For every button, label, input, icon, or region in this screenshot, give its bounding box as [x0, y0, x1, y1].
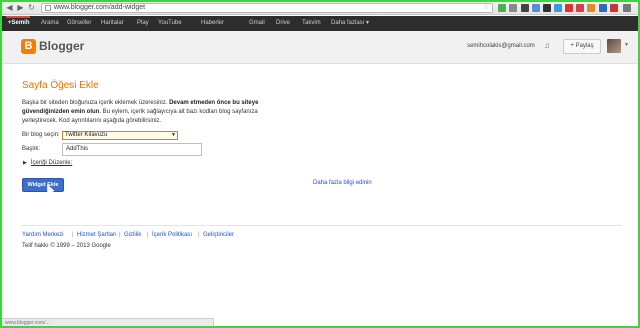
footer-link-developers[interactable]: Geliştiriciler [203, 232, 234, 238]
footer-link-help[interactable]: Yardım Merkezi [22, 232, 64, 238]
expander-label: İçeriği Düzenle: [30, 160, 73, 166]
back-icon[interactable]: ◀ [5, 3, 14, 13]
reload-icon[interactable]: ↻ [27, 3, 36, 13]
copyright: Telif hakkı © 1999 – 2013 Google [22, 243, 111, 249]
browser-window: ◀ ▶ ↻ www.blogger.com/add-widget ☆ +Semi… [0, 0, 640, 328]
gbar-item-takvim[interactable]: Takvim [302, 16, 321, 31]
blogger-logo-icon[interactable]: B [21, 39, 36, 54]
extension-gear-icon[interactable] [509, 4, 517, 12]
more-info-link[interactable]: Daha fazla bilgi edinin [313, 180, 372, 186]
edit-content-expander[interactable]: ▶ İçeriği Düzenle: [23, 160, 72, 166]
gbar-item-drive[interactable]: Drive [276, 16, 290, 31]
gbar-item-gorseller[interactable]: Görseller [67, 16, 91, 31]
blogger-logo-text[interactable]: Blogger [39, 39, 84, 54]
extension-d-icon[interactable] [599, 4, 607, 12]
gbar-item-youtube[interactable]: YouTube [158, 16, 182, 31]
expand-triangle-icon: ▶ [23, 160, 27, 166]
chevron-down-icon[interactable]: ▼ [624, 42, 629, 48]
gbar-item-semih[interactable]: +Semih [8, 16, 30, 31]
gbar-item-haberler[interactable]: Haberler [201, 16, 224, 31]
blog-select-value: Twitter Kılavuzu [65, 132, 108, 138]
gbar-item-play[interactable]: Play [137, 16, 149, 31]
extension-camera-icon[interactable] [521, 4, 529, 12]
footer-divider [22, 225, 622, 226]
blog-select[interactable]: Twitter Kılavuzu ▼ [62, 131, 178, 140]
footer-separator: | [147, 232, 149, 238]
url-text: www.blogger.com/add-widget [54, 4, 146, 11]
blog-select-label: Bir blog seçin: [22, 132, 60, 138]
address-bar[interactable]: www.blogger.com/add-widget ☆ [41, 3, 493, 13]
footer-separator: | [119, 232, 121, 238]
avatar[interactable] [607, 39, 621, 53]
extension-red2-icon[interactable] [610, 4, 618, 12]
page-description: Başka bir siteden bloğunuza içerik eklem… [22, 99, 262, 126]
extension-red-icon[interactable] [565, 4, 573, 12]
extension-gmail-icon[interactable] [576, 4, 584, 12]
desc-text-1: Başka bir siteden bloğunuza içerik eklem… [22, 100, 170, 106]
blogger-header: B Blogger semihcolakis@gmail.com ♫ + Pay… [2, 31, 638, 64]
page-icon [45, 5, 51, 11]
footer-link-content-policy[interactable]: İçerik Politikası [152, 232, 192, 238]
extension-dark-icon[interactable] [543, 4, 551, 12]
extension-blue-icon[interactable] [554, 4, 562, 12]
chevron-down-icon: ▼ [171, 132, 176, 138]
google-bar: +Semih Arama Görseller Haritalar Play Yo… [2, 16, 638, 31]
browser-toolbar: ◀ ▶ ↻ www.blogger.com/add-widget ☆ [2, 2, 638, 15]
gbar-item-haritalar[interactable]: Haritalar [101, 16, 124, 31]
extension-b-icon[interactable] [532, 4, 540, 12]
page-title: Sayfa Öğesi Ekle [22, 80, 99, 91]
notifications-bell-icon[interactable]: ♫ [543, 41, 551, 51]
forward-icon[interactable]: ▶ [16, 3, 25, 13]
gbar-item-arama[interactable]: Arama [41, 16, 59, 31]
footer-link-privacy[interactable]: Gizlilik [124, 232, 141, 238]
title-field[interactable]: AddThis [62, 143, 202, 156]
title-field-label: Başlık: [22, 146, 41, 152]
menu-icon[interactable] [623, 4, 631, 12]
status-bar: www.blogger.com/... [2, 318, 214, 326]
extension-check-icon[interactable] [498, 4, 506, 12]
bookmark-star-icon[interactable]: ☆ [483, 4, 489, 12]
footer-separator: | [72, 232, 74, 238]
share-button[interactable]: + Paylaş [563, 39, 601, 54]
footer-link-terms[interactable]: Hizmet Şartları [77, 232, 117, 238]
footer-separator: | [198, 232, 200, 238]
gbar-item-gmail[interactable]: Gmail [249, 16, 265, 31]
account-email[interactable]: semihcolakis@gmail.com [467, 43, 535, 49]
gbar-item-more[interactable]: Daha fazlası ▾ [331, 16, 369, 31]
extension-orange-icon[interactable] [587, 4, 595, 12]
